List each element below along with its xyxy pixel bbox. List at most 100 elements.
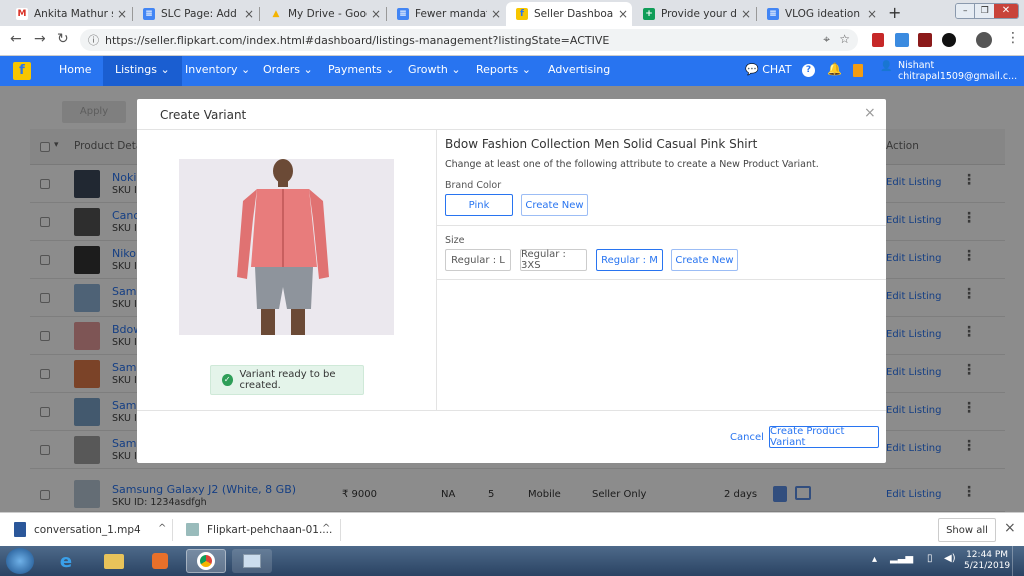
tab-fewer-mandatory[interactable]: ≡ Fewer mandatory a × bbox=[387, 2, 505, 26]
user-name: Nishant bbox=[898, 60, 935, 71]
nav-label: Inventory bbox=[185, 63, 238, 76]
user-menu[interactable]: Nishant chitrapal1509@gmail.c... bbox=[898, 60, 1017, 82]
chevron-down-icon: ⌄ bbox=[385, 63, 395, 76]
docs-icon: ≡ bbox=[397, 8, 409, 20]
tab-gmail[interactable]: M Ankita Mathur says × bbox=[6, 2, 131, 26]
new-tab-icon[interactable]: + bbox=[888, 3, 901, 22]
close-icon[interactable]: × bbox=[1004, 520, 1016, 536]
clock-date: 5/21/2019 bbox=[964, 561, 1011, 571]
chrome-icon[interactable] bbox=[186, 549, 226, 573]
size-label: Size bbox=[445, 235, 465, 246]
info-icon: ⓘ bbox=[88, 34, 99, 47]
brand-color-label: Brand Color bbox=[445, 180, 502, 191]
close-icon[interactable]: × bbox=[491, 7, 501, 21]
size-option-m[interactable]: Regular : M bbox=[596, 249, 663, 271]
start-button[interactable] bbox=[6, 548, 34, 574]
download-item[interactable]: Flipkart-pehchaan-01.... bbox=[207, 524, 332, 536]
show-desktop-button[interactable] bbox=[1012, 546, 1024, 576]
location-icon[interactable]: ⌖ bbox=[823, 32, 830, 47]
forward-icon[interactable]: → bbox=[34, 31, 46, 47]
chevron-up-icon[interactable]: ^ bbox=[322, 523, 330, 534]
status-badge: ✓ Variant ready to be created. bbox=[210, 365, 364, 395]
profile-avatar[interactable] bbox=[976, 32, 992, 48]
tray-arrow-icon[interactable]: ▴ bbox=[872, 554, 877, 565]
tab-vlog-ideation[interactable]: ≡ VLOG ideation - Go × bbox=[757, 2, 881, 26]
extension-icon[interactable] bbox=[918, 33, 932, 47]
chat-button[interactable]: 💬 CHAT bbox=[745, 56, 792, 86]
back-icon[interactable]: ← bbox=[10, 31, 22, 47]
badge-icon[interactable] bbox=[853, 64, 863, 77]
tab-my-drive[interactable]: ▲ My Drive - Google × bbox=[260, 2, 385, 26]
extension-icon[interactable] bbox=[895, 33, 909, 47]
nav-reports[interactable]: Reports ⌄ bbox=[476, 56, 531, 86]
color-option-pink[interactable]: Pink bbox=[445, 194, 513, 216]
tab-slc-page[interactable]: ≡ SLC Page: Add Vari × bbox=[133, 2, 258, 26]
close-icon[interactable]: × bbox=[244, 7, 254, 21]
downloads-bar: conversation_1.mp4 ^ Flipkart-pehchaan-0… bbox=[0, 512, 1024, 546]
flipkart-logo[interactable]: f bbox=[13, 62, 31, 80]
bell-icon[interactable]: 🔔 bbox=[827, 62, 842, 76]
nav-home[interactable]: Home bbox=[59, 56, 91, 86]
dialog-header: Create Variant × bbox=[137, 99, 886, 130]
product-image bbox=[179, 159, 394, 335]
close-icon[interactable]: × bbox=[867, 7, 877, 21]
volume-icon[interactable]: ◀) bbox=[944, 553, 956, 564]
size-option-l[interactable]: Regular : L bbox=[445, 249, 511, 271]
download-item[interactable]: conversation_1.mp4 bbox=[34, 524, 141, 536]
chevron-up-icon[interactable]: ^ bbox=[158, 523, 166, 534]
maximize-icon[interactable]: ❐ bbox=[974, 4, 994, 18]
sheets-icon: + bbox=[643, 8, 655, 20]
close-window-icon[interactable]: ✕ bbox=[993, 4, 1018, 18]
nav-listings[interactable]: Listings ⌄ bbox=[103, 56, 182, 86]
divider bbox=[137, 410, 886, 411]
create-new-size-button[interactable]: Create New bbox=[671, 249, 738, 271]
window-controls: – ❐ ✕ bbox=[955, 3, 1019, 19]
tab-title: Fewer mandatory a bbox=[415, 8, 487, 20]
help-icon[interactable]: ? bbox=[802, 64, 815, 77]
clock[interactable]: 12:44 PM 5/21/2019 bbox=[964, 550, 1010, 572]
close-icon[interactable]: × bbox=[864, 105, 876, 121]
user-email: chitrapal1509@gmail.c... bbox=[898, 71, 1018, 82]
nav-advertising[interactable]: Advertising bbox=[548, 56, 610, 86]
chat-icon: 💬 bbox=[745, 63, 759, 76]
instruction-text: Change at least one of the following att… bbox=[445, 159, 819, 170]
tab-seller-dashboard[interactable]: f Seller Dashboard × bbox=[506, 2, 632, 26]
drive-icon: ▲ bbox=[272, 9, 280, 19]
folder-icon[interactable] bbox=[94, 549, 134, 573]
close-icon[interactable]: × bbox=[618, 7, 628, 21]
close-icon[interactable]: × bbox=[117, 7, 127, 21]
nav-label: Listings bbox=[115, 63, 157, 76]
product-title: Bdow Fashion Collection Men Solid Casual… bbox=[445, 137, 758, 151]
tab-provide-details[interactable]: + Provide your detail × bbox=[633, 2, 755, 26]
create-product-variant-button[interactable]: Create Product Variant bbox=[769, 426, 879, 448]
extension-icon[interactable] bbox=[942, 33, 956, 47]
paint-icon[interactable] bbox=[232, 549, 272, 573]
nav-label: Growth bbox=[408, 63, 448, 76]
create-new-color-button[interactable]: Create New bbox=[521, 194, 588, 216]
network-icon[interactable]: ▂▃▅ bbox=[890, 553, 913, 564]
nav-inventory[interactable]: Inventory ⌄ bbox=[185, 56, 250, 86]
size-option-3xs[interactable]: Regular : 3XS bbox=[520, 249, 587, 271]
media-player-icon[interactable] bbox=[140, 549, 180, 573]
cancel-button[interactable]: Cancel bbox=[730, 432, 764, 443]
ie-icon[interactable]: e bbox=[46, 549, 86, 573]
show-all-button[interactable]: Show all bbox=[938, 518, 996, 542]
nav-growth[interactable]: Growth ⌄ bbox=[408, 56, 461, 86]
minimize-icon[interactable]: – bbox=[956, 4, 975, 18]
extension-shield-icon[interactable] bbox=[872, 33, 884, 47]
address-toolbar: ← → ↻ ⓘ https://seller.flipkart.com/inde… bbox=[0, 26, 1024, 56]
browser-tab-strip: M Ankita Mathur says × ≡ SLC Page: Add Va… bbox=[0, 0, 1024, 26]
close-icon[interactable]: × bbox=[741, 7, 751, 21]
chevron-down-icon: ⌄ bbox=[303, 63, 313, 76]
status-text: Variant ready to be created. bbox=[239, 369, 336, 391]
bookmark-star-icon[interactable]: ☆ bbox=[839, 32, 850, 46]
image-file-icon bbox=[186, 523, 199, 536]
battery-icon[interactable]: ▯ bbox=[927, 553, 933, 564]
windows-taskbar: e ▴ ▂▃▅ ▯ ◀) 12:44 PM 5/21/2019 bbox=[0, 546, 1024, 576]
close-icon[interactable]: × bbox=[371, 7, 381, 21]
nav-orders[interactable]: Orders ⌄ bbox=[263, 56, 313, 86]
reload-icon[interactable]: ↻ bbox=[57, 31, 69, 47]
nav-payments[interactable]: Payments ⌄ bbox=[328, 56, 395, 86]
address-field[interactable]: ⓘ https://seller.flipkart.com/index.html… bbox=[80, 29, 858, 51]
menu-icon[interactable]: ⋮ bbox=[1006, 31, 1020, 45]
